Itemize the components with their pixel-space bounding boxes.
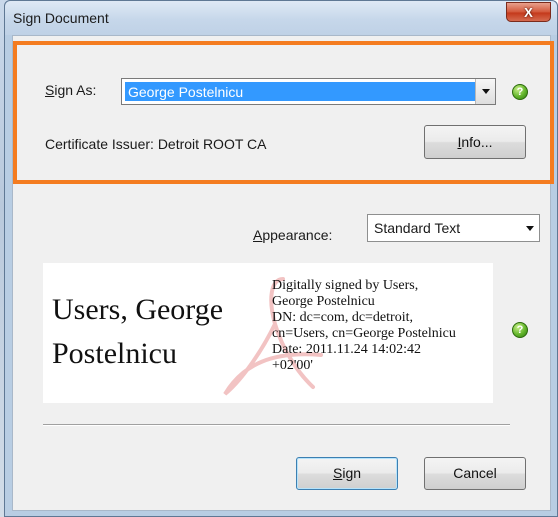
- title-bar[interactable]: Sign Document X: [5, 1, 557, 35]
- appearance-selected-value: Standard Text: [374, 220, 461, 236]
- appearance-dropdown[interactable]: Standard Text: [367, 214, 540, 242]
- appearance-label: Appearance:: [253, 227, 333, 243]
- close-icon: X: [524, 4, 533, 20]
- window-title: Sign Document: [13, 10, 109, 26]
- signature-preview: Users, George Postelnicu Digitally signe…: [43, 263, 493, 403]
- chevron-down-icon[interactable]: [475, 79, 495, 104]
- separator: [43, 424, 510, 426]
- sign-as-label: Sign As:: [45, 82, 97, 98]
- highlight-frame: [13, 41, 554, 184]
- info-button[interactable]: Info...: [424, 125, 526, 159]
- help-icon[interactable]: ?: [512, 322, 528, 338]
- signature-details: Digitally signed by Users, George Postel…: [272, 278, 456, 373]
- certificate-issuer-text: Certificate Issuer: Detroit ROOT CA: [45, 136, 267, 152]
- close-button[interactable]: X: [506, 2, 551, 22]
- sign-as-dropdown[interactable]: George Postelnicu: [121, 78, 496, 105]
- chevron-down-icon[interactable]: [520, 215, 539, 241]
- sign-as-selected-value: George Postelnicu: [125, 82, 475, 101]
- signature-name: Users, George Postelnicu: [52, 293, 224, 370]
- sign-button[interactable]: Sign: [296, 457, 398, 490]
- help-icon[interactable]: ?: [512, 84, 528, 100]
- cancel-button[interactable]: Cancel: [424, 457, 526, 490]
